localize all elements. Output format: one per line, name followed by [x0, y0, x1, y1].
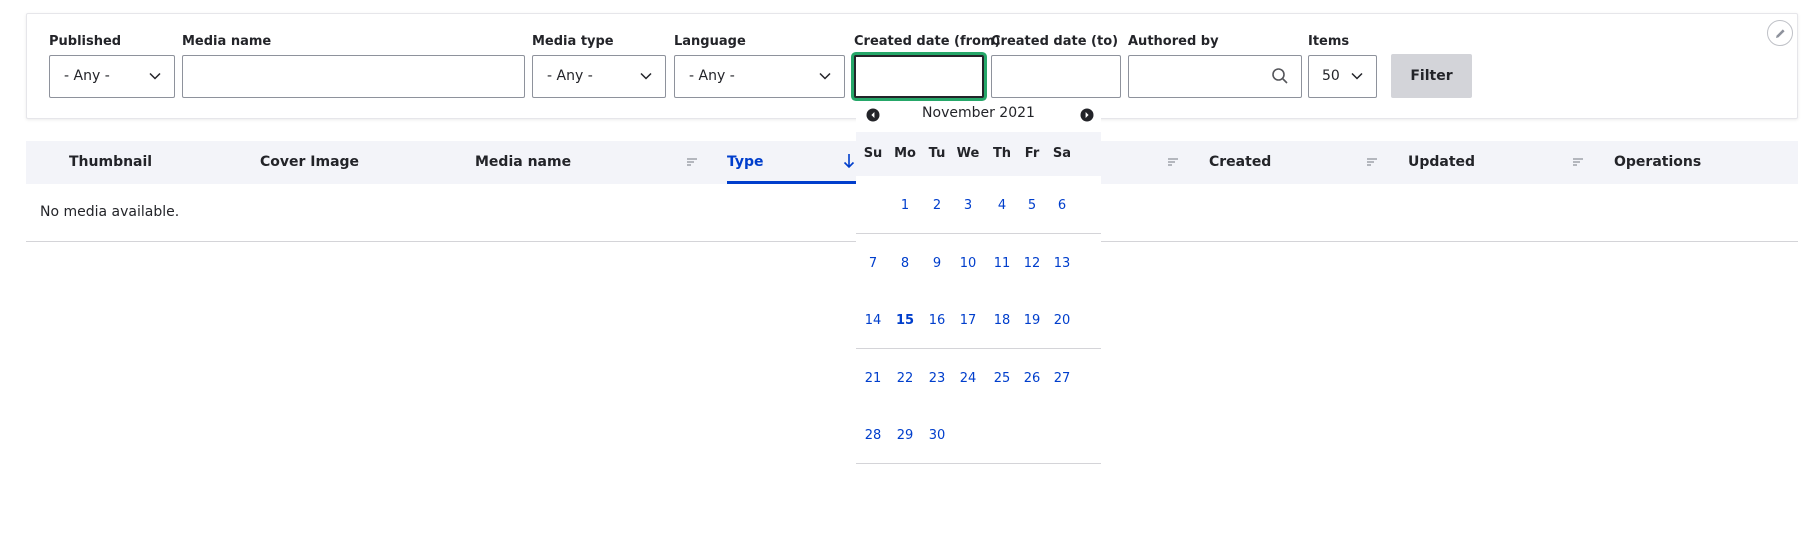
day-2[interactable]: 2	[921, 198, 953, 213]
weekday-mo: Mo	[894, 146, 916, 161]
datepicker-header: November 2021	[856, 102, 1101, 126]
day-17[interactable]: 17	[952, 313, 984, 328]
weekday-fr: Fr	[1024, 146, 1040, 161]
weekday-su: Su	[863, 146, 883, 161]
chevron-down-icon	[149, 72, 161, 80]
language-select[interactable]: - Any -	[674, 55, 845, 98]
column-thumbnail: Thumbnail	[69, 154, 153, 170]
weekday-we: We	[956, 146, 980, 161]
day-10[interactable]: 10	[952, 256, 984, 271]
day-3[interactable]: 3	[952, 198, 984, 213]
day-13[interactable]: 13	[1046, 256, 1078, 271]
day-30[interactable]: 30	[921, 428, 953, 443]
column-operations: Operations	[1614, 154, 1702, 170]
datepicker-week-row: 21 22 23 24 25 26 27	[856, 348, 1101, 407]
created-to-input[interactable]	[991, 55, 1121, 98]
day-20[interactable]: 20	[1046, 313, 1078, 328]
column-cover-image: Cover Image	[260, 154, 360, 170]
column-created[interactable]: Created	[1209, 141, 1271, 184]
day-23[interactable]: 23	[921, 371, 953, 386]
authored-by-label: Authored by	[1128, 34, 1219, 49]
authored-by-filter: Authored by	[1128, 34, 1219, 50]
day-4[interactable]: 4	[986, 198, 1018, 213]
datepicker: November 2021 Su Mo Tu We Th Fr Sa 1 2 3 4 5 6 7 8 9 10…	[856, 102, 1101, 464]
search-icon	[1272, 68, 1288, 84]
day-29[interactable]: 29	[889, 428, 921, 443]
datepicker-weekday-row: Su Mo Tu We Th Fr Sa	[856, 132, 1101, 176]
day-21[interactable]: 21	[857, 371, 889, 386]
created-to-label: Created date (to)	[991, 34, 1119, 49]
day-24[interactable]: 24	[952, 371, 984, 386]
sort-icon[interactable]	[1572, 157, 1584, 167]
published-select[interactable]: - Any -	[49, 55, 175, 98]
next-month-icon[interactable]	[1080, 108, 1094, 122]
published-label: Published	[49, 34, 122, 49]
day-16[interactable]: 16	[921, 313, 953, 328]
media-name-label: Media name	[182, 34, 272, 49]
datepicker-week-row: 28 29 30	[856, 406, 1101, 464]
pencil-icon	[1776, 29, 1785, 38]
day-27[interactable]: 27	[1046, 371, 1078, 386]
items-select[interactable]: 50	[1308, 55, 1377, 98]
datepicker-month-label: November 2021	[922, 105, 1035, 121]
items-label: Items	[1308, 34, 1350, 49]
media-name-input[interactable]	[182, 55, 525, 98]
empty-message: No media available.	[40, 204, 180, 220]
media-name-filter: Media name	[182, 34, 271, 50]
created-to-filter: Created date (to)	[991, 34, 1118, 50]
day-25[interactable]: 25	[986, 371, 1018, 386]
media-type-value: - Any -	[547, 68, 593, 84]
sort-icon[interactable]	[1167, 157, 1179, 167]
column-type[interactable]: Type	[727, 141, 764, 184]
weekday-th: Th	[992, 146, 1012, 161]
day-14[interactable]: 14	[857, 313, 889, 328]
day-12[interactable]: 12	[1016, 256, 1048, 271]
day-5[interactable]: 5	[1016, 198, 1048, 213]
media-type-select[interactable]: - Any -	[532, 55, 666, 98]
datepicker-week-row: 7 8 9 10 11 12 13	[856, 233, 1101, 292]
created-from-label: Created date (from)	[854, 34, 1001, 49]
chevron-down-icon	[819, 72, 831, 80]
items-value: 50	[1322, 68, 1340, 84]
items-filter: Items	[1308, 34, 1349, 50]
authored-by-input[interactable]	[1128, 55, 1302, 98]
day-8[interactable]: 8	[889, 256, 921, 271]
created-from-filter: Created date (from)	[854, 34, 1000, 50]
day-26[interactable]: 26	[1016, 371, 1048, 386]
media-type-filter: Media type	[532, 34, 614, 50]
media-type-label: Media type	[532, 34, 614, 49]
published-filter: Published	[49, 34, 121, 50]
weekday-sa: Sa	[1052, 146, 1072, 161]
published-value: - Any -	[64, 68, 110, 84]
language-filter: Language	[674, 34, 746, 50]
day-18[interactable]: 18	[986, 313, 1018, 328]
sort-icon[interactable]	[686, 157, 698, 167]
filter-button[interactable]: Filter	[1391, 54, 1472, 98]
day-1[interactable]: 1	[889, 198, 921, 213]
day-19[interactable]: 19	[1016, 313, 1048, 328]
created-from-input[interactable]	[854, 55, 984, 98]
column-updated[interactable]: Updated	[1408, 141, 1475, 184]
arrow-down-icon[interactable]	[843, 153, 855, 169]
edit-contextual-button[interactable]	[1767, 20, 1793, 46]
language-value: - Any -	[689, 68, 735, 84]
day-15[interactable]: 15	[889, 313, 921, 328]
day-6[interactable]: 6	[1046, 198, 1078, 213]
datepicker-week-row: 14 15 16 17 18 19 20	[856, 291, 1101, 349]
weekday-tu: Tu	[928, 146, 946, 161]
chevron-down-icon	[640, 72, 652, 80]
day-11[interactable]: 11	[986, 256, 1018, 271]
day-28[interactable]: 28	[857, 428, 889, 443]
column-media-name[interactable]: Media name	[475, 141, 571, 184]
day-22[interactable]: 22	[889, 371, 921, 386]
datepicker-week-row: 123456	[856, 176, 1101, 234]
sort-icon[interactable]	[1366, 157, 1378, 167]
language-label: Language	[674, 34, 746, 49]
day-9[interactable]: 9	[921, 256, 953, 271]
chevron-down-icon	[1351, 72, 1363, 80]
day-7[interactable]: 7	[857, 256, 889, 271]
